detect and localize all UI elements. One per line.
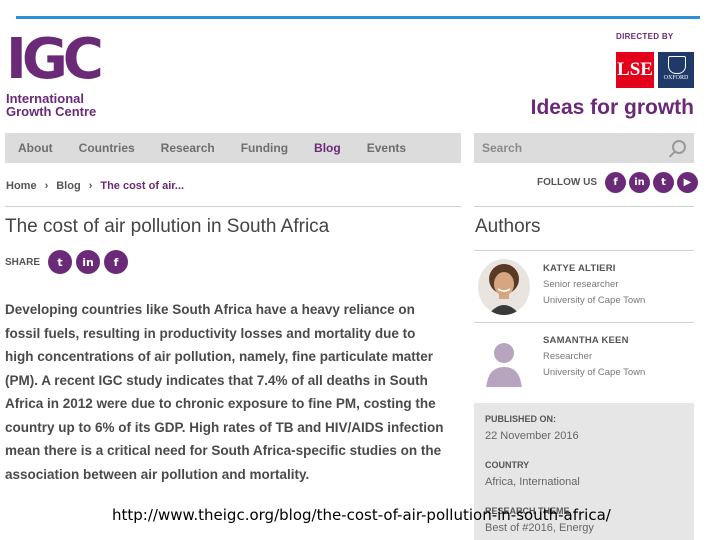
author-name[interactable]: KATYE ALTIERI (543, 263, 616, 274)
article-body: Developing countries like South Africa h… (5, 302, 444, 482)
content-divider (5, 206, 461, 207)
nav-item-countries[interactable]: Countries (66, 133, 148, 163)
breadcrumb-home[interactable]: Home (6, 180, 37, 192)
oxford-logo[interactable]: OXFORD (658, 52, 694, 88)
linkedin-icon[interactable]: in (76, 250, 101, 274)
author-card[interactable]: KATYE ALTIERI Senior researcher Universi… (474, 250, 694, 323)
breadcrumb-separator: › (88, 180, 93, 192)
sidebar-divider (474, 206, 694, 207)
country-value[interactable]: Africa, International (485, 476, 580, 488)
igc-logo[interactable]: IGC International Growth Centre (6, 27, 104, 119)
nav-item-blog[interactable]: Blog (301, 133, 354, 163)
twitter-icon[interactable]: t (48, 250, 73, 274)
author-role: Researcher (543, 351, 593, 362)
lse-logo[interactable]: LSE (616, 52, 654, 88)
breadcrumb-current: The cost of air... (100, 180, 185, 192)
author-name[interactable]: SAMANTHA KEEN (543, 335, 629, 346)
follow-us-label: FOLLOW US (537, 177, 597, 188)
directed-by-label: DIRECTED BY (616, 32, 674, 41)
oxford-label: OXFORD (663, 75, 689, 81)
twitter-icon[interactable]: t (653, 172, 674, 193)
breadcrumb-blog[interactable]: Blog (56, 180, 80, 192)
share-label: SHARE (5, 256, 41, 268)
avatar-placeholder-icon[interactable] (478, 331, 530, 387)
facebook-icon[interactable]: f (104, 250, 129, 274)
nav-item-events[interactable]: Events (354, 133, 419, 163)
nav-item-funding[interactable]: Funding (228, 133, 301, 163)
search-icon[interactable] (672, 140, 686, 154)
linkedin-icon[interactable]: in (629, 172, 650, 193)
authors-heading: Authors (475, 216, 541, 237)
main-nav: About Countries Research Funding Blog Ev… (5, 133, 461, 163)
share-bar: SHARE t in f (5, 250, 129, 274)
breadcrumb: Home › Blog › The cost of air... (6, 180, 184, 192)
nav-item-about[interactable]: About (5, 133, 66, 163)
published-date: 22 November 2016 (485, 430, 579, 442)
country-label: COUNTRY (485, 460, 530, 470)
article-title: The cost of air pollution in South Afric… (5, 216, 330, 237)
facebook-icon[interactable]: f (605, 172, 626, 193)
author-card[interactable]: SAMANTHA KEEN Researcher University of C… (474, 322, 694, 403)
tagline: Ideas for growth (530, 96, 694, 119)
author-role: Senior researcher (543, 279, 619, 290)
author-org: University of Cape Town (543, 367, 646, 378)
follow-us: FOLLOW US f in t ▶ (537, 172, 698, 193)
author-photo[interactable] (478, 259, 530, 315)
logo-name: International Growth Centre (6, 92, 99, 118)
logo-mark: IGC (6, 27, 104, 92)
published-label: PUBLISHED ON: (485, 414, 557, 424)
search-input[interactable] (474, 133, 670, 163)
oxford-crest-icon (668, 56, 686, 74)
youtube-icon[interactable]: ▶ (677, 172, 698, 193)
nav-item-research[interactable]: Research (148, 133, 228, 163)
caption-url[interactable]: http://www.theigc.org/blog/the-cost-of-a… (112, 506, 611, 524)
top-accent-line (16, 16, 700, 19)
logo-line-2: Growth Centre (6, 104, 97, 119)
search-box (474, 133, 694, 163)
author-org: University of Cape Town (543, 295, 646, 306)
breadcrumb-separator: › (44, 180, 49, 192)
